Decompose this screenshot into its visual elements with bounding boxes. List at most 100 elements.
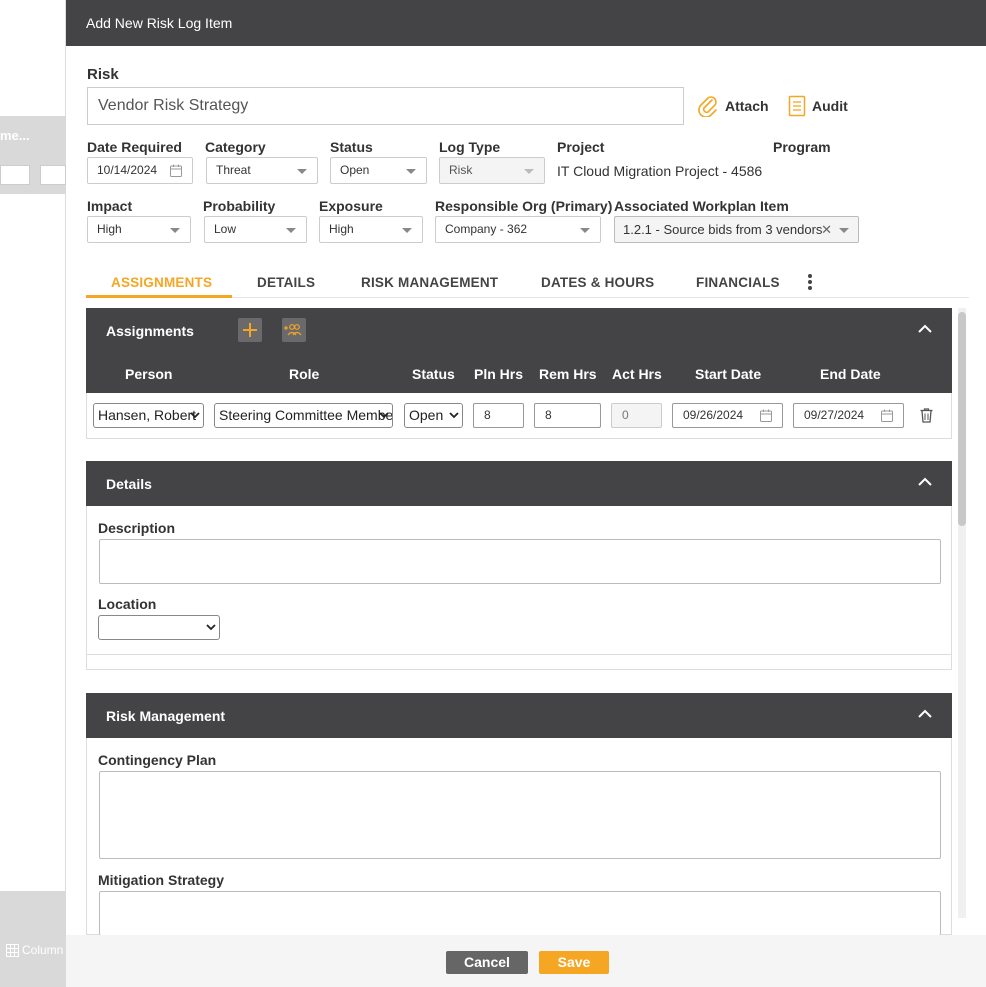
audit-button[interactable]: Audit — [788, 95, 848, 117]
plus-icon — [243, 323, 257, 337]
start-date-input[interactable]: 09/26/2024 — [672, 403, 783, 428]
end-date-input[interactable]: 09/27/2024 — [793, 403, 904, 428]
category-select[interactable]: Threat — [206, 157, 318, 184]
responsible-org-value: Company - 362 — [445, 222, 528, 236]
chevron-down-icon — [580, 228, 590, 233]
calendar-icon[interactable] — [170, 164, 182, 177]
location-label: Location — [98, 596, 157, 612]
background-filter-input[interactable] — [40, 165, 66, 185]
details-panel-body: Description Location — [86, 506, 952, 655]
calendar-icon[interactable] — [881, 409, 893, 422]
impact-value: High — [97, 222, 122, 236]
save-button[interactable]: Save — [539, 951, 609, 974]
date-required-value: 10/14/2024 — [97, 163, 158, 177]
calendar-icon[interactable] — [760, 409, 772, 422]
chevron-down-icon — [839, 228, 849, 233]
description-label: Description — [98, 520, 176, 536]
location-select[interactable] — [98, 615, 220, 640]
audit-label: Audit — [812, 98, 848, 114]
more-tabs-icon[interactable] — [807, 274, 813, 290]
scrollbar-thumb[interactable] — [958, 312, 966, 526]
column-header-rem-hrs: Rem Hrs — [539, 366, 597, 382]
probability-select[interactable]: Low — [204, 216, 307, 243]
category-value: Threat — [216, 163, 251, 177]
status-select[interactable]: Open — [330, 157, 427, 184]
chevron-down-icon — [286, 228, 296, 233]
details-panel-header: Details — [86, 461, 952, 506]
column-header-start-date: Start Date — [695, 366, 762, 382]
dialog-footer: Cancel Save — [66, 935, 986, 987]
risk-management-panel-body: Contingency Plan Mitigation Strategy — [86, 738, 952, 935]
person-select[interactable]: Hansen, Robert — [93, 403, 204, 428]
tab-details[interactable]: DETAILS — [257, 275, 315, 290]
column-header-act-hrs: Act Hrs — [612, 366, 662, 382]
workplan-item-select[interactable]: 1.2.1 - Source bids from 3 vendors ✕ — [614, 216, 859, 243]
cancel-button[interactable]: Cancel — [446, 951, 528, 974]
collapse-icon[interactable] — [918, 709, 932, 719]
category-label: Category — [205, 139, 266, 155]
chevron-down-icon — [379, 412, 389, 419]
exposure-select[interactable]: High — [319, 216, 423, 243]
log-type-select: Risk — [439, 157, 545, 184]
description-textarea[interactable] — [99, 539, 941, 584]
assignments-title: Assignments — [106, 323, 194, 339]
risk-name-input[interactable]: Vendor Risk Strategy — [87, 87, 684, 125]
role-select[interactable]: Steering Committee Member — [214, 403, 393, 428]
risk-management-panel-header: Risk Management — [86, 693, 952, 738]
end-date-value: 09/27/2024 — [804, 408, 865, 422]
active-tab-indicator — [86, 295, 232, 298]
column-header-person: Person — [125, 366, 173, 382]
column-header-end-date: End Date — [820, 366, 881, 382]
risk-management-title: Risk Management — [106, 708, 226, 724]
assignment-status-value: Open — [409, 407, 444, 423]
chevron-down-icon — [402, 228, 412, 233]
assignments-panel-header: Assignments — [86, 308, 952, 353]
clear-icon[interactable]: ✕ — [821, 217, 832, 242]
project-value: IT Cloud Migration Project - 4586 — [557, 163, 763, 179]
attach-button[interactable]: Attach — [697, 95, 769, 117]
date-required-label: Date Required — [87, 139, 182, 155]
grid-icon — [6, 943, 19, 957]
mitigation-strategy-textarea[interactable] — [99, 891, 941, 935]
exposure-value: High — [329, 222, 354, 236]
tab-financials[interactable]: FINANCIALS — [696, 275, 780, 290]
background-columns-button[interactable]: Column — [6, 943, 66, 957]
chevron-down-icon — [190, 412, 200, 419]
impact-label: Impact — [87, 198, 133, 214]
risk-label: Risk — [87, 66, 119, 83]
person-value: Hansen, Robert — [98, 407, 197, 423]
assignment-status-select[interactable]: Open — [404, 403, 463, 428]
impact-select[interactable]: High — [87, 216, 191, 243]
role-value: Steering Committee Member — [219, 407, 393, 423]
tab-assignments[interactable]: ASSIGNMENTS — [111, 275, 212, 290]
probability-label: Probability — [203, 198, 276, 214]
pln-hrs-input[interactable]: 8 — [473, 403, 524, 428]
collapse-icon[interactable] — [918, 324, 932, 334]
log-type-label: Log Type — [439, 139, 501, 155]
chevron-down-icon — [406, 169, 416, 174]
log-type-value: Risk — [449, 163, 473, 177]
workplan-item-value: 1.2.1 - Source bids from 3 vendors — [623, 222, 823, 237]
contingency-plan-textarea[interactable] — [99, 771, 941, 859]
column-header-status: Status — [412, 366, 455, 382]
chevron-down-icon — [206, 624, 216, 631]
add-assignment-button[interactable] — [238, 318, 262, 342]
act-hrs-input: 0 — [611, 403, 662, 428]
columns-button-label: Column — [22, 943, 64, 957]
trash-icon[interactable] — [920, 408, 933, 423]
tab-risk-management[interactable]: RISK MANAGEMENT — [361, 275, 498, 290]
details-title: Details — [106, 476, 152, 492]
background-footer — [0, 891, 66, 987]
background-filter-input[interactable] — [0, 165, 30, 185]
add-team-button[interactable] — [282, 318, 306, 342]
column-header-role: Role — [289, 366, 320, 382]
probability-value: Low — [214, 222, 237, 236]
collapse-icon[interactable] — [918, 477, 932, 487]
details-panel-footer — [86, 655, 952, 670]
responsible-org-select[interactable]: Company - 362 — [435, 216, 601, 243]
assignments-table-header: Person Role Status Pln Hrs Rem Hrs Act H… — [86, 353, 952, 393]
rem-hrs-input[interactable]: 8 — [534, 403, 601, 428]
table-row: Hansen, Robert Steering Committee Member… — [86, 393, 952, 439]
date-required-input[interactable]: 10/14/2024 — [87, 157, 193, 184]
tab-dates-hours[interactable]: DATES & HOURS — [541, 275, 654, 290]
